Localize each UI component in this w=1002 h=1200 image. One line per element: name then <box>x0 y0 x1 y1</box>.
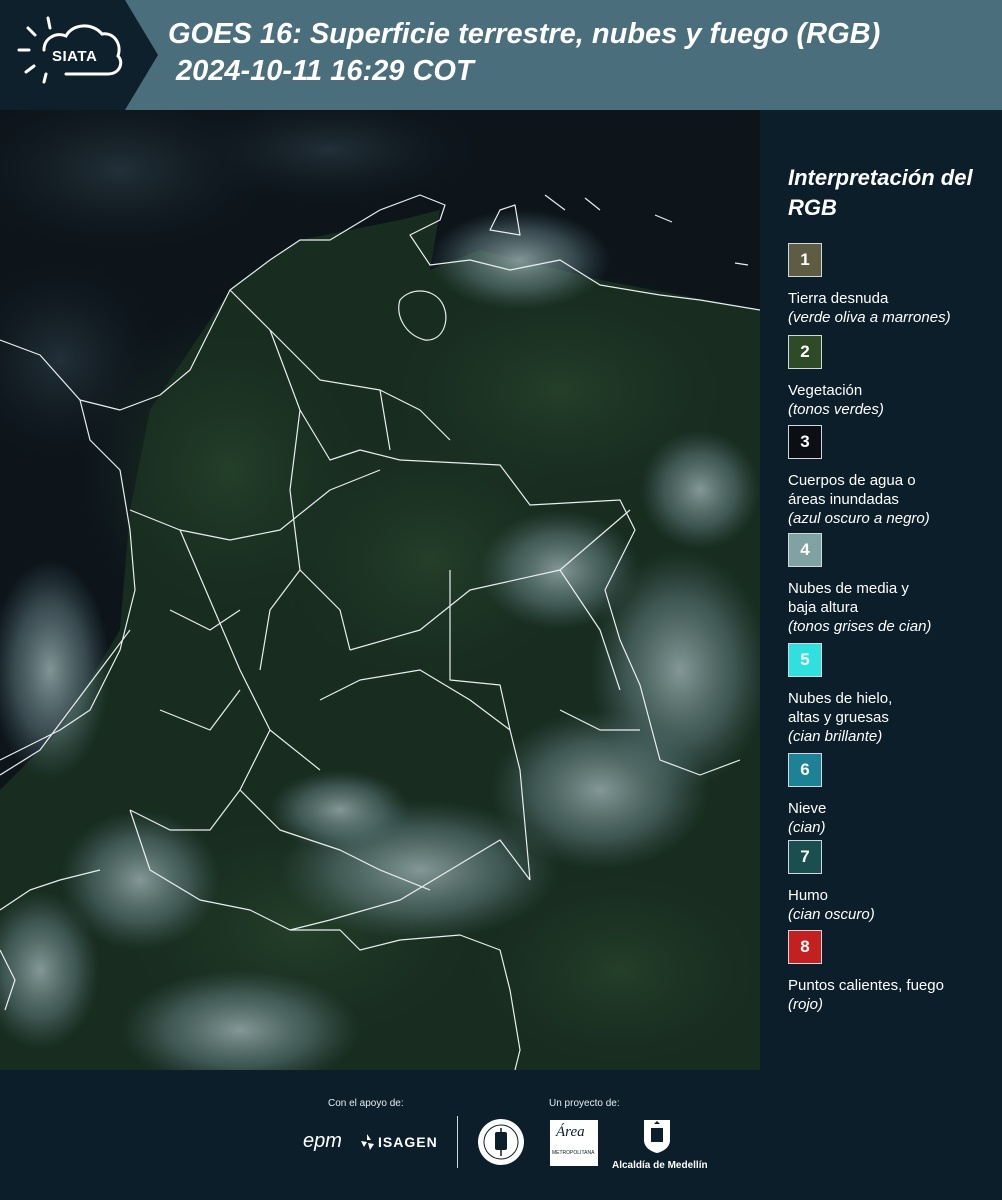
legend-item-2: 2 Vegetación (tonos verdes) <box>788 335 998 419</box>
footer: Con el apoyo de: Un proyecto de: epm ISA… <box>0 1070 1002 1200</box>
legend-label-6: Nieve <box>788 800 827 817</box>
title-line-1: GOES 16: Superficie terrestre, nubes y f… <box>168 18 881 50</box>
legend-sub-2: (tonos verdes) <box>788 401 884 418</box>
legend-item-5: 5 Nubes de hielo, altas y gruesas (cian … <box>788 643 998 746</box>
logo-text: SIATA <box>52 48 98 65</box>
epm-logo: epm <box>303 1130 342 1152</box>
header-banner: SIATA GOES 16: Superficie terrestre, nub… <box>0 0 1002 110</box>
footer-divider <box>457 1116 458 1168</box>
legend-sub-4: (tonos grises de cian) <box>788 618 932 635</box>
area-logo-sub: METROPOLITANA <box>552 1150 595 1156</box>
legend-label-7: Humo <box>788 887 829 904</box>
legend-swatch-7: 7 <box>788 840 822 874</box>
legend-swatch-3: 3 <box>788 425 822 459</box>
legend-label-2: Vegetación <box>788 382 863 399</box>
legend-sub-1: (verde oliva a marrones) <box>788 309 951 326</box>
legend-label-5: Nubes de hielo, altas y gruesas <box>788 690 893 726</box>
legend-sub-5: (cian brillante) <box>788 728 883 745</box>
alcaldia-logo: Alcaldía de Medellín <box>612 1160 708 1171</box>
legend-label-8: Puntos calientes, fuego <box>788 977 944 994</box>
area-logo-box: Área METROPOLITANA <box>550 1120 598 1166</box>
project-label: Un proyecto de: <box>549 1098 620 1109</box>
legend-label-1: Tierra desnuda <box>788 290 889 307</box>
legend-panel: Interpretación del RGB 1 Tierra desnuda … <box>760 110 1002 1070</box>
legend-item-7: 7 Humo (cian oscuro) <box>788 840 998 924</box>
map-svg <box>0 110 760 1070</box>
legend-item-4: 4 Nubes de media y baja altura (tonos gr… <box>788 533 998 636</box>
legend-sub-6: (cian) <box>788 819 826 836</box>
support-label: Con el apoyo de: <box>328 1098 404 1109</box>
legend-swatch-5: 5 <box>788 643 822 677</box>
legend-item-3: 3 Cuerpos de agua o áreas inundadas (azu… <box>788 425 998 528</box>
legend-item-6: 6 Nieve (cian) <box>788 753 998 837</box>
legend-swatch-1: 1 <box>788 243 822 277</box>
legend-label-3: Cuerpos de agua o áreas inundadas <box>788 472 916 508</box>
legend-sub-3: (azul oscuro a negro) <box>788 510 930 527</box>
legend-swatch-6: 6 <box>788 753 822 787</box>
legend-swatch-2: 2 <box>788 335 822 369</box>
alcaldia-shield-icon <box>644 1120 670 1153</box>
isagen-mark-icon <box>361 1134 374 1150</box>
medellin-seal-icon <box>478 1119 524 1165</box>
legend-sub-8: (rojo) <box>788 996 824 1013</box>
isagen-logo: ISAGEN <box>378 1134 438 1150</box>
legend-item-8: 8 Puntos calientes, fuego (rojo) <box>788 930 998 1014</box>
legend-label-4: Nubes de media y baja altura <box>788 580 909 616</box>
page-title: GOES 16: Superficie terrestre, nubes y f… <box>168 16 880 90</box>
legend-item-1: 1 Tierra desnuda (verde oliva a marrones… <box>788 243 998 327</box>
legend-sub-7: (cian oscuro) <box>788 906 875 923</box>
satellite-map[interactable] <box>0 110 760 1070</box>
legend-swatch-4: 4 <box>788 533 822 567</box>
legend-title: Interpretación del RGB <box>788 165 973 220</box>
area-logo-text: Área <box>556 1124 585 1140</box>
title-line-2: 2024-10-11 16:29 COT <box>176 55 474 87</box>
legend-swatch-8: 8 <box>788 930 822 964</box>
